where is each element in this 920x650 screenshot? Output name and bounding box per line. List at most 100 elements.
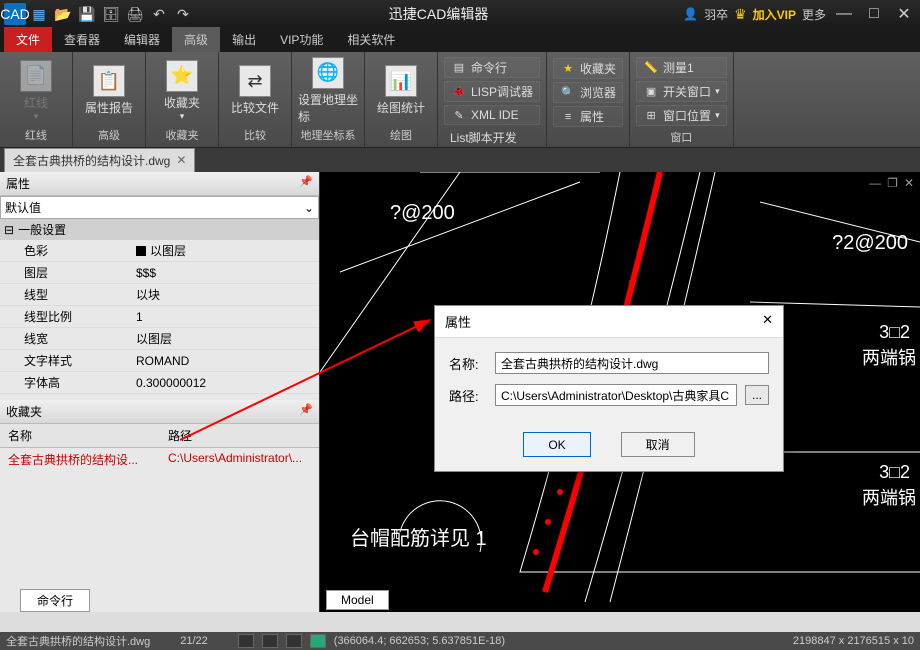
prop-category[interactable]: ⊟一般设置 (0, 219, 319, 240)
window-pos-button[interactable]: ⊞窗口位置▾ (636, 105, 727, 126)
status-bar: 全套古典拱桥的结构设计.dwg 21/22 (366064.4; 662653;… (0, 632, 920, 650)
cmdline-button[interactable]: ▤命令行 (444, 57, 540, 78)
document-tab[interactable]: 全套古典拱桥的结构设计.dwg ✕ (4, 148, 195, 173)
fav2-button[interactable]: ★收藏夹 (553, 58, 623, 79)
pin-icon[interactable]: 📌 (299, 403, 313, 420)
dialog-title: 属性 (445, 312, 471, 331)
save-icon[interactable]: 💾 (76, 3, 98, 25)
open-icon[interactable]: 📂 (52, 3, 74, 25)
group-draw: 绘图 (390, 125, 412, 145)
restore-icon: ❐ (887, 176, 898, 190)
lisp-button[interactable]: 🐞LISP调试器 (444, 81, 540, 102)
annot-6: 两端锅 (862, 484, 916, 510)
fav-columns: 名称 路径 (0, 424, 319, 448)
status-file: 全套古典拱桥的结构设计.dwg (6, 633, 150, 649)
username[interactable]: 羽卒 (704, 6, 728, 23)
default-combo[interactable]: 默认值⌄ (0, 196, 319, 219)
geo-icon: 🌐 (312, 57, 344, 89)
prop-row[interactable]: 线宽以图层 (0, 328, 319, 350)
browser-icon: 🔍 (560, 85, 576, 101)
name-input[interactable] (495, 352, 769, 374)
app-icon: CAD (4, 3, 26, 25)
undo-icon[interactable]: ↶ (148, 3, 170, 25)
print-icon[interactable]: 🖨 (124, 3, 146, 25)
cmdline-tab[interactable]: 命令行 (20, 589, 90, 612)
compare-button[interactable]: ⇄比较文件 (225, 65, 285, 116)
properties-panel-header: 属性 📌 (0, 172, 319, 196)
bug-icon: 🐞 (451, 84, 467, 100)
min-icon: — (869, 176, 881, 190)
ribbon: 📄红线▾红线 📋属性报告高级 ⭐收藏夹▾收藏夹 ⇄比较文件比较 🌐设置地理坐标地… (0, 52, 920, 148)
chevron-down-icon: ⌄ (304, 201, 314, 215)
more-label[interactable]: 更多 (802, 6, 826, 23)
toggle-window-button[interactable]: ▣开关窗口▾ (636, 81, 727, 102)
tab-vip[interactable]: VIP功能 (268, 27, 335, 52)
measure-button[interactable]: 📏测量1 (636, 57, 727, 78)
tab-advanced[interactable]: 高级 (172, 27, 220, 52)
status-pages: 21/22 (180, 635, 208, 647)
polar-toggle[interactable] (310, 634, 326, 648)
prop-report-button[interactable]: 📋属性报告 (79, 65, 139, 116)
tab-file[interactable]: 文件 (4, 27, 52, 52)
quick-access-toolbar: CAD ▦ 📂 💾 🗄 🖨 ↶ ↷ (4, 3, 194, 25)
cancel-button[interactable]: 取消 (621, 432, 695, 457)
xml-button[interactable]: ✎XML IDE (444, 105, 540, 125)
prop-row[interactable]: 图层$$$ (0, 262, 319, 284)
grid-toggle[interactable] (262, 634, 278, 648)
group-redline: 红线 (25, 125, 47, 145)
saveall-icon[interactable]: 🗄 (100, 3, 122, 25)
prop-row[interactable]: 色彩以图层 (0, 240, 319, 262)
annot-5: 3□2 (879, 462, 910, 483)
pin-icon[interactable]: 📌 (299, 175, 313, 192)
favorites-row[interactable]: 全套古典拱桥的结构设... C:\Users\Administrator\... (0, 448, 319, 471)
app-title: 迅捷CAD编辑器 (194, 4, 683, 24)
path-input[interactable] (495, 384, 737, 406)
annot-4: 两端锅 (862, 344, 916, 370)
stats-button[interactable]: 📊绘图统计 (371, 65, 431, 116)
close-icon[interactable]: ✕ (176, 153, 186, 167)
tab-editor[interactable]: 编辑器 (112, 27, 172, 52)
prop-row[interactable]: 字体高0.300000012 (0, 372, 319, 394)
vip-button[interactable]: 加入VIP (753, 6, 796, 23)
snap-toggle[interactable] (238, 634, 254, 648)
crown-icon: ♛ (734, 6, 747, 23)
annot-2: ?2@200 (832, 232, 908, 255)
titlebar-right: 👤 羽卒 ♛ 加入VIP 更多 — □ ✕ (683, 4, 916, 24)
xml-icon: ✎ (451, 107, 467, 123)
close-button[interactable]: ✕ (892, 4, 916, 24)
new-icon[interactable]: ▦ (28, 3, 50, 25)
annot-7: 台帽配筋详见 1 (350, 522, 487, 551)
user-icon[interactable]: 👤 (683, 7, 698, 21)
annot-3: 3□2 (879, 322, 910, 343)
group-compare: 比较 (244, 125, 266, 145)
redline-button: 📄红线▾ (6, 60, 66, 122)
tab-viewer[interactable]: 查看器 (52, 27, 112, 52)
tab-related[interactable]: 相关软件 (335, 27, 407, 52)
favorites-panel-header: 收藏夹 📌 (0, 400, 319, 424)
command-line[interactable] (0, 612, 920, 632)
prop-row[interactable]: 线型比例1 (0, 306, 319, 328)
props-icon: ≡ (560, 109, 576, 125)
minimize-button[interactable]: — (832, 5, 856, 23)
props-button[interactable]: ≡属性 (553, 106, 623, 127)
dialog-close-button[interactable]: ✕ (762, 312, 773, 331)
prop-row[interactable]: 线型以块 (0, 284, 319, 306)
document-tabs: 全套古典拱桥的结构设计.dwg ✕ (0, 148, 920, 172)
redo-icon[interactable]: ↷ (172, 3, 194, 25)
prop-row[interactable]: 文字样式ROMAND (0, 350, 319, 372)
maximize-button[interactable]: □ (862, 5, 886, 23)
viewport-controls[interactable]: —❐✕ (869, 176, 914, 190)
ok-button[interactable]: OK (523, 432, 590, 457)
status-extent: 2198847 x 2176515 x 10 (793, 635, 914, 647)
model-tab[interactable]: Model (326, 590, 389, 610)
pos-icon: ⊞ (643, 108, 659, 124)
browse-button[interactable]: ... (745, 385, 769, 405)
redline-icon: 📄 (20, 60, 52, 92)
group-geo: 地理坐标系 (301, 125, 356, 145)
ortho-toggle[interactable] (286, 634, 302, 648)
favorites-button[interactable]: ⭐收藏夹▾ (152, 60, 212, 122)
tab-output[interactable]: 输出 (220, 27, 268, 52)
browser-button[interactable]: 🔍浏览器 (553, 82, 623, 103)
geo-button[interactable]: 🌐设置地理坐标 (298, 57, 358, 125)
list-button[interactable]: List脚本开发 (444, 128, 540, 147)
